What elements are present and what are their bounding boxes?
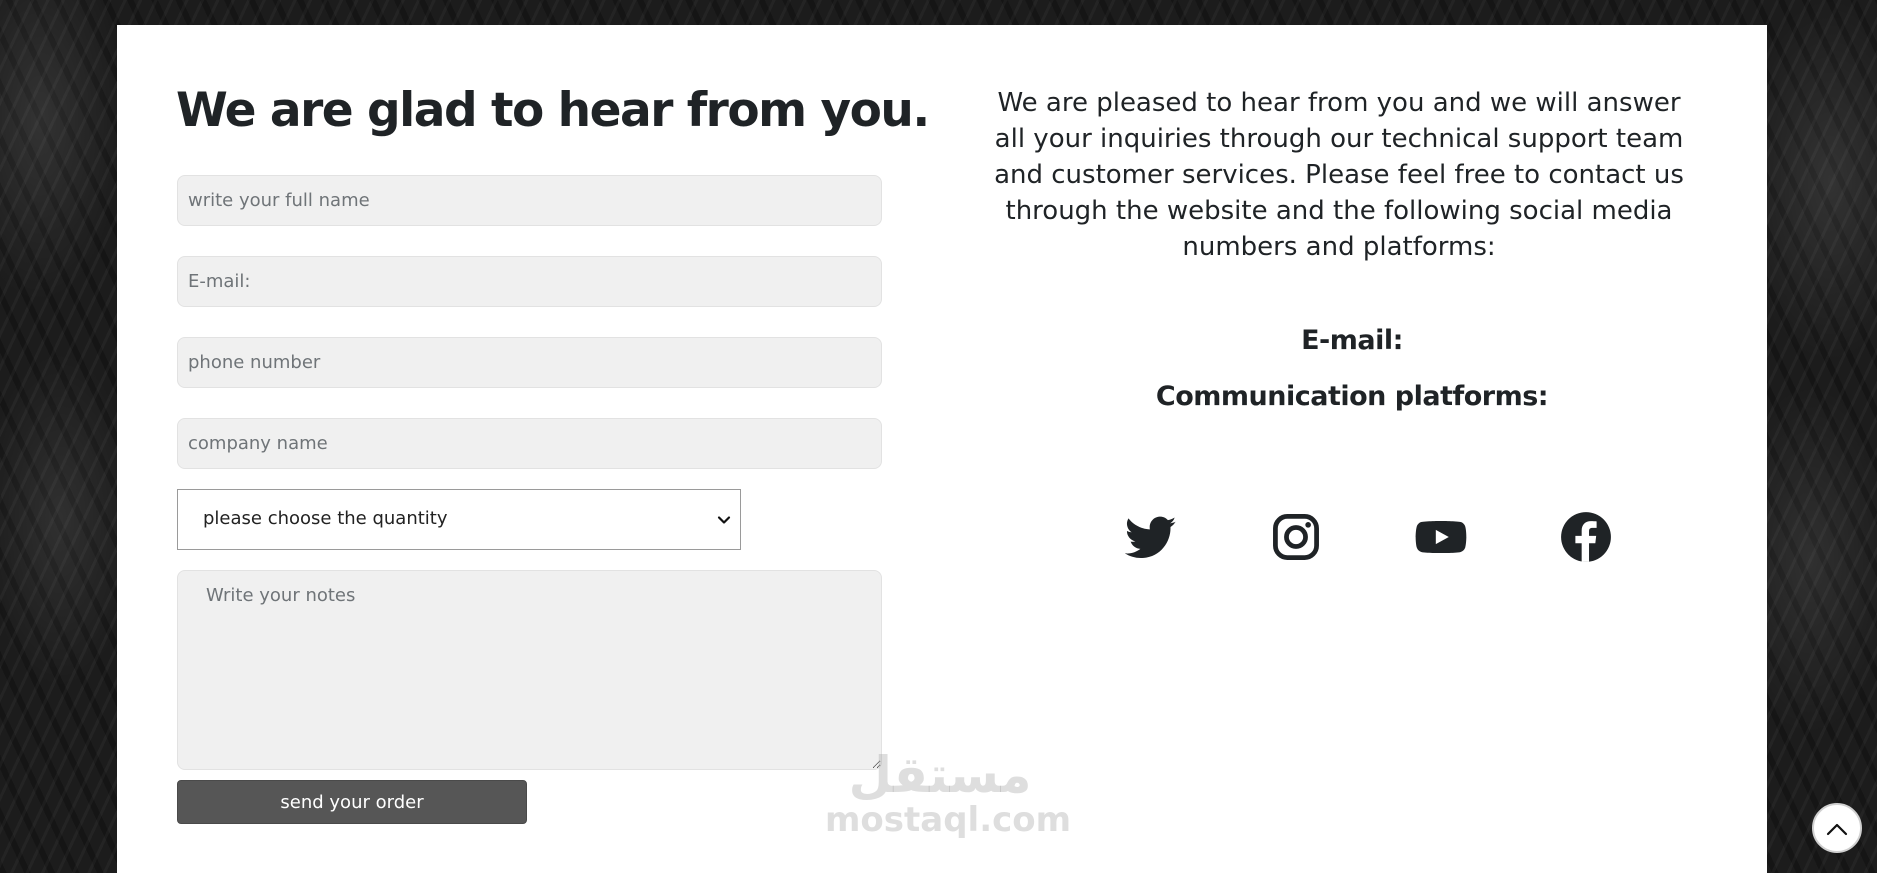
instagram-icon[interactable] — [1270, 511, 1322, 563]
company-input[interactable] — [177, 418, 882, 469]
quantity-select-value: please choose the quantity — [203, 508, 448, 529]
send-order-button[interactable]: send your order — [177, 780, 527, 824]
youtube-icon[interactable] — [1415, 511, 1467, 563]
notes-textarea[interactable] — [177, 570, 882, 770]
phone-input[interactable] — [177, 337, 882, 388]
chevron-up-icon — [1826, 823, 1848, 836]
quantity-select[interactable]: please choose the quantity — [177, 489, 741, 550]
email-input[interactable] — [177, 256, 882, 307]
form-title: We are glad to hear from you. — [176, 83, 930, 138]
platforms-heading: Communication platforms: — [1155, 381, 1549, 412]
email-heading: E-mail: — [1301, 325, 1403, 356]
contact-card: We are glad to hear from you. please cho… — [117, 25, 1767, 873]
contact-intro-text: We are pleased to hear from you and we w… — [994, 88, 1684, 262]
chevron-down-icon — [714, 510, 734, 530]
twitter-icon[interactable] — [1125, 511, 1177, 563]
scroll-to-top-button[interactable] — [1812, 803, 1862, 853]
facebook-icon[interactable] — [1560, 511, 1612, 563]
full-name-input[interactable] — [177, 175, 882, 226]
